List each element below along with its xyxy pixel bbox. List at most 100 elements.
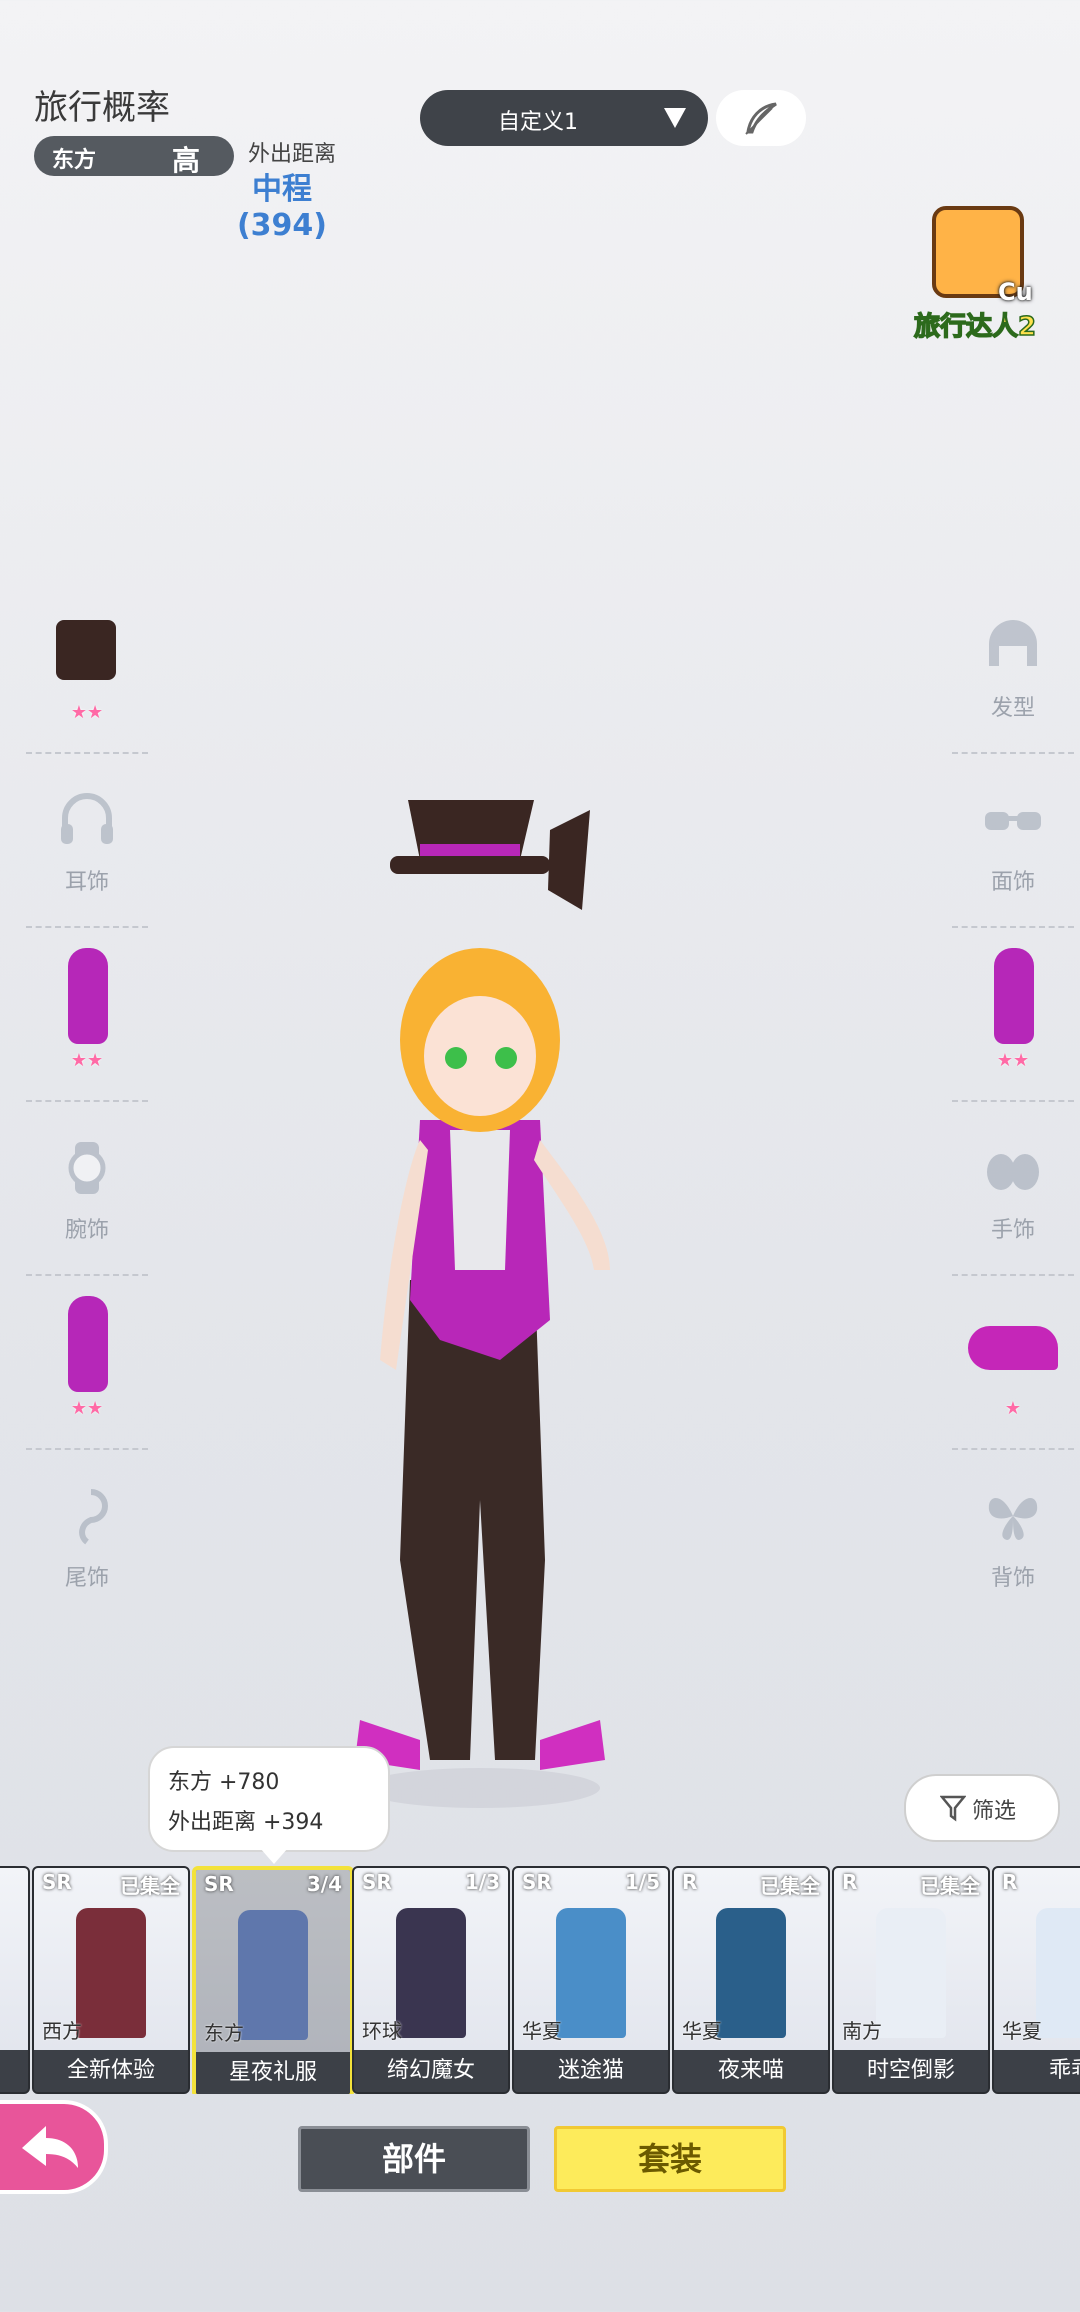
slot-label: 尾饰 bbox=[64, 1566, 109, 1591]
card-collection-count: 已集全 bbox=[760, 1874, 820, 1898]
card-name: 迷途猫 bbox=[514, 2050, 668, 2092]
slot-hand[interactable]: 手饰 bbox=[938, 1102, 1080, 1276]
slot-face[interactable]: 面饰 bbox=[938, 754, 1080, 928]
gloves-icon bbox=[987, 1154, 1039, 1190]
card-region: 华夏 bbox=[1002, 2019, 1042, 2043]
tooltip-distance-bonus: 外出距离 +394 bbox=[168, 1810, 324, 1835]
card-name: 时空倒影 bbox=[834, 2050, 988, 2092]
card-rarity: SR bbox=[362, 1870, 392, 1894]
feather-pen-icon bbox=[745, 102, 777, 135]
slot-outfit[interactable]: ★★ bbox=[938, 928, 1080, 1102]
outfit-card[interactable]: SR 1/3 环球绮幻魔女 bbox=[352, 1866, 510, 2094]
outfit-robe-icon bbox=[876, 1908, 946, 2038]
dropdown-arrow-icon bbox=[664, 108, 686, 128]
item-stars: ★★ bbox=[996, 1050, 1030, 1071]
slot-tail[interactable]: 尾饰 bbox=[12, 1450, 162, 1624]
bonus-tooltip: 东方 +780 外出距离 +394 bbox=[148, 1746, 390, 1864]
card-region: 东方 bbox=[204, 2021, 244, 2045]
slot-label: 面饰 bbox=[990, 870, 1035, 895]
character-model[interactable] bbox=[320, 800, 640, 1820]
distance-number: (394) bbox=[236, 208, 328, 243]
card-name: 绮幻魔女 bbox=[354, 2050, 508, 2092]
outfit-robe-icon bbox=[716, 1908, 786, 2038]
card-name: 乖乖 bbox=[994, 2050, 1080, 2092]
headphones-icon bbox=[61, 793, 113, 844]
card-region: 西方 bbox=[42, 2019, 82, 2043]
region-level: 高 bbox=[172, 144, 201, 177]
outfit-card[interactable]: SR 1/5 华夏迷途猫 bbox=[512, 1866, 670, 2094]
outfit-card[interactable]: SR 3/4 东方 星夜礼服 bbox=[192, 1866, 354, 2094]
slot-shoes[interactable]: ★ bbox=[938, 1276, 1080, 1450]
tooltip-region-bonus: 东方 +780 bbox=[168, 1770, 280, 1795]
outfit-card[interactable]: R 已集全 南方 时空倒影 bbox=[832, 1866, 990, 2094]
outfit-card[interactable]: R 华夏乖乖 bbox=[992, 1866, 1080, 2094]
card-collection-count: 1/5 bbox=[624, 1870, 660, 1894]
vest-item-icon bbox=[68, 948, 108, 1044]
card-rarity: R bbox=[842, 1870, 858, 1894]
tab-parts[interactable]: 部件 bbox=[298, 2126, 530, 2192]
card-collection-count: 1/3 bbox=[464, 1870, 500, 1894]
slot-label: 腕饰 bbox=[64, 1218, 109, 1243]
preset-label: 自定义1 bbox=[498, 110, 578, 135]
outfit-robe-icon bbox=[556, 1908, 626, 2038]
outfit-card[interactable]: SR 已集全西方全新体验 bbox=[32, 1866, 190, 2094]
back-button[interactable] bbox=[0, 2100, 108, 2194]
card-collection-count: 已集全 bbox=[120, 1874, 180, 1898]
badge-name: 旅行达人2 bbox=[913, 311, 1037, 343]
title-badge[interactable]: Cu 旅行达人2 bbox=[900, 206, 1050, 346]
outfit-robe-icon bbox=[1036, 1908, 1080, 2038]
tab-sets[interactable]: 套装 bbox=[554, 2126, 786, 2192]
slot-hair[interactable]: 发型 bbox=[938, 580, 1080, 754]
distance-level: 中程 bbox=[252, 172, 312, 207]
watch-icon bbox=[68, 1142, 106, 1194]
glasses-icon bbox=[985, 812, 1041, 830]
region-probability-badge: 东方 高 bbox=[34, 136, 234, 177]
rename-preset-button[interactable] bbox=[716, 90, 806, 146]
outfit-robe-icon bbox=[396, 1908, 466, 2038]
heel-shoe-item-icon bbox=[968, 1326, 1058, 1370]
item-stars: ★★ bbox=[70, 1398, 104, 1419]
item-stars: ★★ bbox=[70, 702, 104, 723]
distance-value: 中程 (394) bbox=[230, 172, 334, 244]
slot-back[interactable]: 背饰 bbox=[938, 1450, 1080, 1624]
outfit-card[interactable]: R 已集全华夏夜来喵 bbox=[672, 1866, 830, 2094]
card-rarity: R bbox=[1002, 1870, 1018, 1894]
tail-hook-icon bbox=[79, 1489, 108, 1545]
slot-label: 手饰 bbox=[990, 1218, 1035, 1243]
card-name: 全新体验 bbox=[34, 2050, 188, 2092]
slot-bottom[interactable]: ★★ bbox=[12, 1276, 162, 1450]
funnel-icon bbox=[940, 1795, 966, 1822]
card-region: 华夏 bbox=[522, 2019, 562, 2043]
slot-earring[interactable]: 耳饰 bbox=[12, 754, 162, 928]
distance-label: 外出距离 bbox=[248, 142, 337, 167]
card-rarity: SR bbox=[204, 1872, 234, 1896]
outfit-card-list[interactable]: SR 已集全 西方 全新体验 SR 3/4 东方 星夜礼服 SR 1/3 环球 绮幻魔女 SR 1/5 华夏… bbox=[0, 1866, 1080, 2094]
region-label: 东方 bbox=[52, 148, 97, 173]
badge-tag: Cu bbox=[998, 278, 1033, 306]
card-rarity: SR bbox=[42, 1870, 72, 1894]
item-stars: ★ bbox=[1004, 1398, 1022, 1419]
slot-top[interactable]: ★★ bbox=[12, 928, 162, 1102]
outfit-card-partial[interactable] bbox=[0, 1866, 30, 2094]
wings-icon bbox=[988, 1497, 1038, 1540]
filter-button[interactable]: 筛选 bbox=[904, 1774, 1060, 1842]
card-region: 环球 bbox=[362, 2019, 402, 2043]
card-rarity: SR bbox=[522, 1870, 552, 1894]
card-name: 夜来喵 bbox=[674, 2050, 828, 2092]
card-rarity: R bbox=[682, 1870, 698, 1894]
slot-wrist[interactable]: 腕饰 bbox=[12, 1102, 162, 1276]
preset-dropdown[interactable]: 自定义1 bbox=[420, 90, 708, 146]
slot-label: 背饰 bbox=[990, 1566, 1035, 1591]
top-hat-item-icon bbox=[56, 620, 116, 680]
outfit-robe-icon bbox=[238, 1910, 308, 2040]
filter-label: 筛选 bbox=[972, 1799, 1017, 1824]
vest-item-icon bbox=[994, 948, 1034, 1044]
slot-headwear[interactable]: ★★ bbox=[12, 580, 162, 754]
card-region: 华夏 bbox=[682, 2019, 722, 2043]
card-collection-count: 3/4 bbox=[306, 1872, 342, 1896]
hair-icon bbox=[989, 620, 1037, 666]
outfit-robe-icon bbox=[76, 1908, 146, 2038]
travel-probability-title: 旅行概率 bbox=[34, 88, 170, 128]
slot-label: 发型 bbox=[990, 696, 1035, 721]
slot-label: 耳饰 bbox=[64, 870, 109, 895]
